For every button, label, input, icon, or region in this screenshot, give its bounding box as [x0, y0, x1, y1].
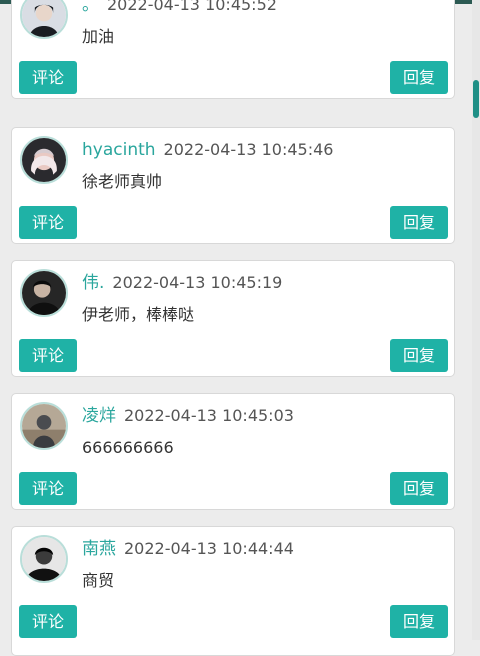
avatar[interactable] — [20, 0, 68, 39]
comment-card: 。 2022-04-13 10:45:52 加油 评论 回复 — [11, 0, 455, 99]
avatar-image — [22, 404, 66, 448]
username[interactable]: 南燕 — [82, 539, 116, 559]
comment-meta: 凌烊 2022-04-13 10:45:03 — [82, 404, 294, 428]
comment-card: 伟. 2022-04-13 10:45:19 伊老师，棒棒哒 评论 回复 — [11, 260, 455, 377]
comment-text: 加油 — [82, 27, 115, 46]
comment-meta: 伟. 2022-04-13 10:45:19 — [82, 271, 282, 295]
comment-meta: 。 2022-04-13 10:45:52 — [82, 0, 277, 17]
timestamp: 2022-04-13 10:44:44 — [124, 539, 294, 558]
scrollbar[interactable] — [472, 0, 480, 640]
avatar[interactable] — [20, 136, 68, 184]
reply-button[interactable]: 回复 — [389, 472, 448, 505]
comment-button[interactable]: 评论 — [19, 605, 78, 638]
reply-button[interactable]: 回复 — [389, 206, 448, 239]
avatar-image — [22, 271, 66, 315]
timestamp: 2022-04-13 10:45:03 — [124, 406, 294, 425]
reply-button[interactable]: 回复 — [389, 61, 448, 94]
comment-button[interactable]: 评论 — [19, 339, 78, 372]
username[interactable]: 伟. — [82, 273, 104, 293]
avatar[interactable] — [20, 269, 68, 317]
username[interactable]: 凌烊 — [82, 406, 116, 426]
username[interactable]: hyacinth — [82, 140, 156, 160]
timestamp: 2022-04-13 10:45:46 — [163, 140, 334, 159]
comment-button[interactable]: 评论 — [19, 61, 78, 94]
comment-text: 徐老师真帅 — [82, 172, 163, 191]
comment-button[interactable]: 评论 — [19, 206, 78, 239]
username[interactable]: 。 — [82, 0, 99, 15]
avatar-image — [22, 138, 66, 182]
avatar[interactable] — [20, 535, 68, 583]
comment-text: 商贸 — [82, 571, 115, 590]
comment-card: hyacinth 2022-04-13 10:45:46 徐老师真帅 评论 回复 — [11, 127, 455, 244]
comment-meta: 南燕 2022-04-13 10:44:44 — [82, 537, 294, 561]
avatar-image — [22, 0, 66, 37]
comment-text: 伊老师，棒棒哒 — [82, 305, 195, 324]
comment-card: 南燕 2022-04-13 10:44:44 商贸 评论 回复 — [11, 526, 455, 656]
comment-button[interactable]: 评论 — [19, 472, 78, 505]
timestamp: 2022-04-13 10:45:19 — [112, 273, 283, 292]
scrollbar-thumb[interactable] — [473, 80, 479, 118]
comment-meta: hyacinth 2022-04-13 10:45:46 — [82, 138, 333, 162]
avatar[interactable] — [20, 402, 68, 450]
reply-button[interactable]: 回复 — [389, 605, 448, 638]
avatar-image — [22, 537, 66, 581]
timestamp: 2022-04-13 10:45:52 — [107, 0, 277, 14]
comment-card: 凌烊 2022-04-13 10:45:03 666666666 评论 回复 — [11, 393, 455, 510]
comment-text: 666666666 — [82, 438, 174, 457]
reply-button[interactable]: 回复 — [389, 339, 448, 372]
